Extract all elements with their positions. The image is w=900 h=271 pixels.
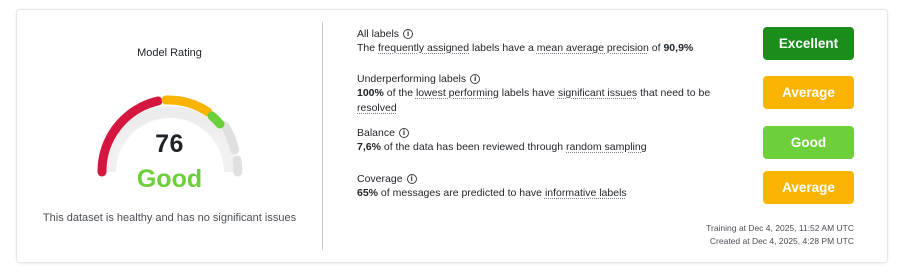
metric-title: All labels i: [357, 27, 727, 41]
desc-text: of: [648, 42, 664, 54]
desc-link[interactable]: resolved: [357, 102, 397, 114]
created-timestamp: Created at Dec 4, 2025, 4:28 PM UTC: [709, 236, 854, 246]
desc-text: labels have: [498, 87, 558, 99]
desc-text: that need to be: [637, 87, 711, 99]
desc-value: 100%: [357, 87, 384, 99]
metric-title: Balance i: [357, 126, 727, 140]
metric-title-text: Underperforming labels: [357, 73, 467, 85]
metric-title-text: Balance: [357, 127, 395, 139]
metrics-panel: All labels i The frequently assigned lab…: [322, 10, 887, 262]
desc-link[interactable]: lowest performing: [416, 87, 499, 99]
desc-link[interactable]: informative labels: [545, 187, 627, 199]
metric-description: 100% of the lowest performing labels hav…: [357, 86, 727, 116]
metric-balance: Balance i 7,6% of the data has been revi…: [357, 126, 727, 155]
metric-description: 7,6% of the data has been reviewed throu…: [357, 140, 727, 155]
rating-panel: Model Rating 76 Good This dataset is hea…: [17, 10, 322, 262]
rating-badge-good: Good: [763, 126, 854, 159]
training-timestamp: Training at Dec 4, 2025, 11:52 AM UTC: [706, 223, 854, 233]
metric-coverage: Coverage i 65% of messages are predicted…: [357, 172, 727, 201]
desc-text: labels have a: [469, 42, 537, 54]
rating-title: Model Rating: [137, 47, 202, 59]
timestamps: Training at Dec 4, 2025, 11:52 AM UTC Cr…: [706, 222, 854, 248]
rating-badge-excellent: Excellent: [763, 27, 854, 60]
rating-summary: This dataset is healthy and has no signi…: [42, 212, 297, 224]
desc-text: of the: [383, 87, 416, 99]
desc-text: of messages are predicted to have: [378, 187, 545, 199]
metric-title-text: All labels: [357, 28, 400, 40]
rating-gauge: [97, 95, 243, 177]
rating-badge-average: Average: [763, 171, 854, 204]
metric-description: 65% of messages are predicted to have in…: [357, 186, 727, 201]
metric-underperforming-labels: Underperforming labels i 100% of the low…: [357, 72, 727, 116]
desc-value: 7,6%: [357, 141, 381, 153]
gauge-green-segment: [207, 111, 225, 129]
info-icon[interactable]: i: [406, 174, 417, 184]
metric-title: Coverage i: [357, 172, 727, 186]
rating-verdict: Good: [136, 165, 203, 193]
desc-link[interactable]: random sampling: [566, 141, 647, 153]
rating-score: 76: [155, 130, 184, 158]
metric-description: The frequently assigned labels have a me…: [357, 41, 727, 56]
desc-value: 65%: [357, 187, 379, 199]
metric-all-labels: All labels i The frequently assigned lab…: [357, 27, 727, 56]
metric-title-text: Coverage: [357, 173, 403, 185]
rating-badge-average: Average: [763, 76, 854, 109]
desc-text: The: [357, 42, 379, 54]
info-icon[interactable]: i: [398, 128, 409, 138]
desc-link[interactable]: significant issues: [558, 87, 637, 99]
desc-link[interactable]: frequently assigned: [378, 42, 469, 54]
desc-link[interactable]: mean average precision: [537, 42, 649, 54]
metric-title: Underperforming labels i: [357, 72, 727, 86]
desc-value: 90,9%: [663, 42, 694, 54]
info-icon[interactable]: i: [470, 74, 481, 84]
model-rating-card: Model Rating 76 Good This dataset is hea…: [17, 10, 887, 262]
info-icon[interactable]: i: [403, 29, 414, 39]
desc-text: of the data has been reviewed through: [380, 141, 566, 153]
